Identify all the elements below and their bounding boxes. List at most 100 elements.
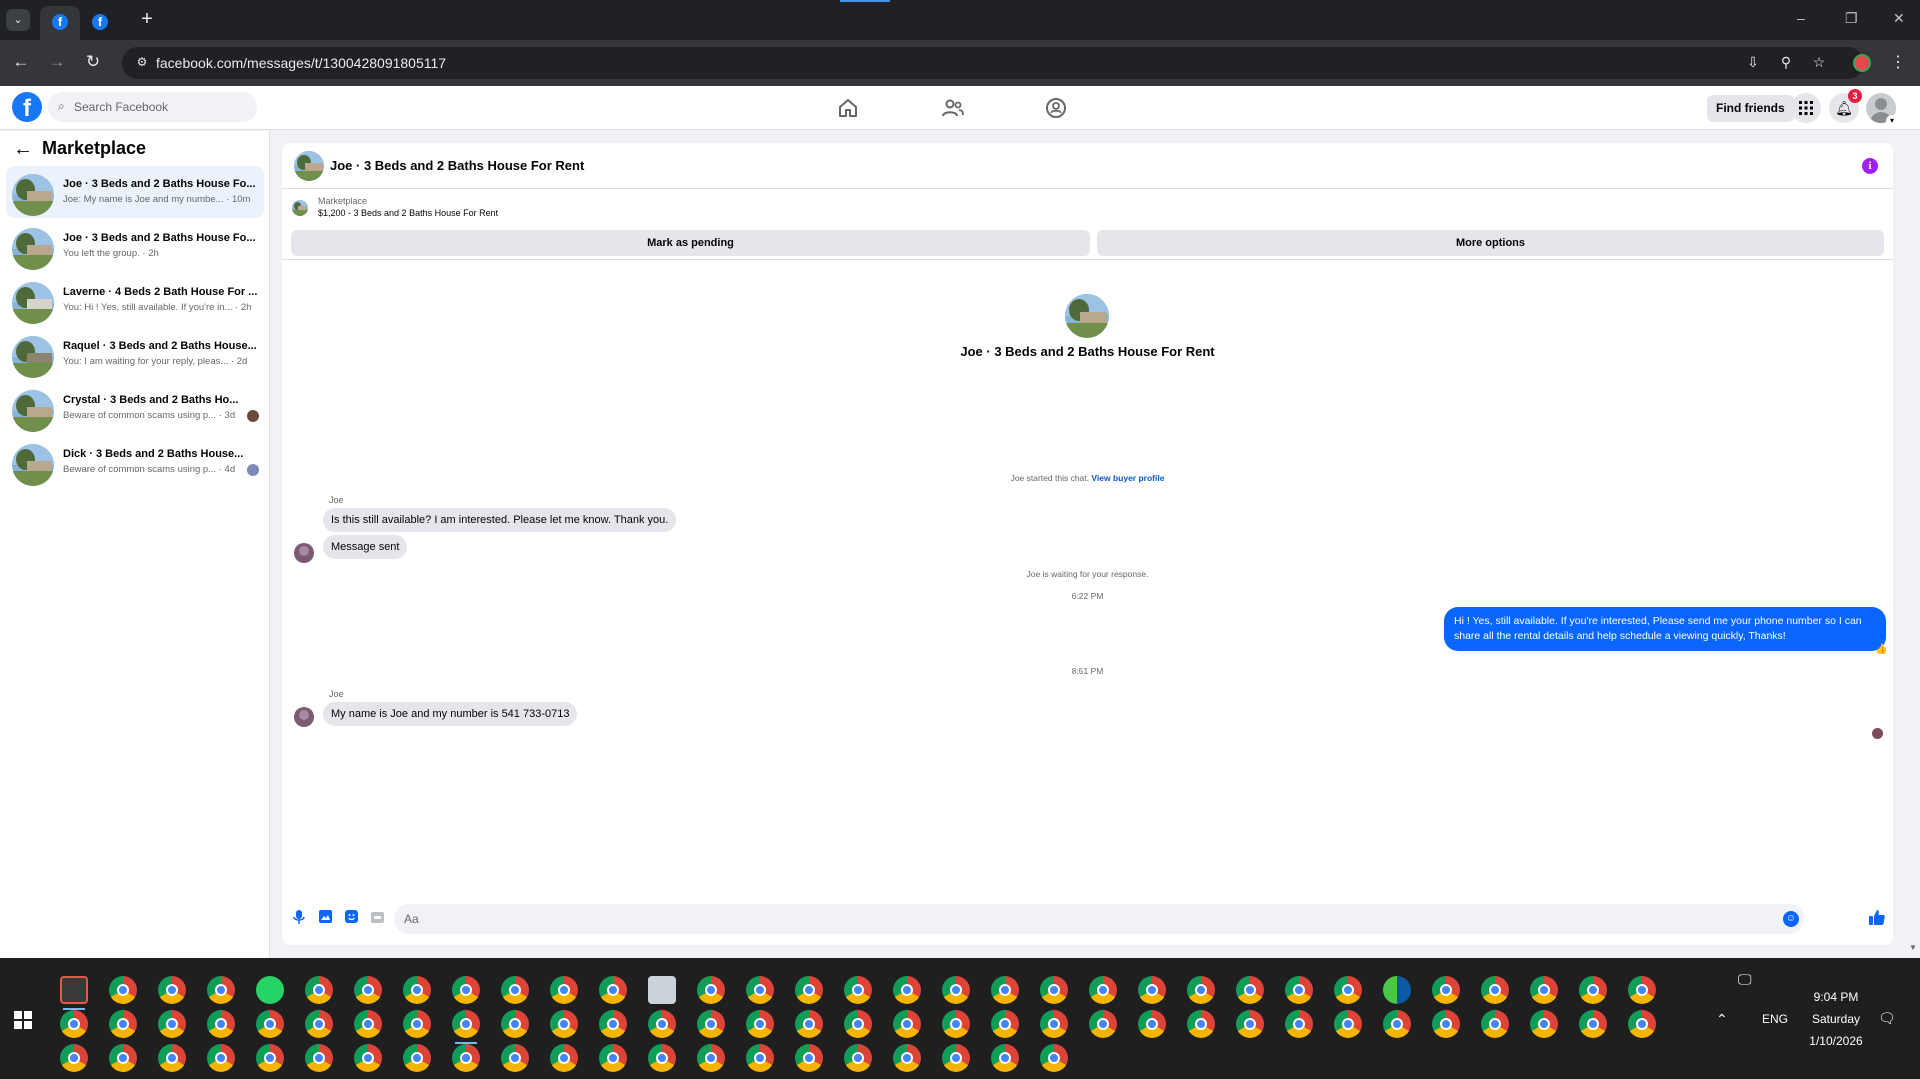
chrome-app-icon[interactable] (501, 976, 529, 1004)
thumbs-up-send-icon[interactable] (1868, 910, 1886, 928)
conversation-item[interactable]: Dick · 3 Beds and 2 Baths House... Bewar… (6, 436, 264, 488)
chrome-app-icon[interactable] (1089, 1010, 1117, 1038)
minimize-window-button[interactable]: – (1797, 10, 1805, 26)
chrome-app-icon[interactable] (1236, 976, 1264, 1004)
photo-icon[interactable] (316, 910, 334, 928)
site-settings-icon[interactable]: ⚙ (134, 55, 150, 71)
chrome-app-icon[interactable] (550, 1044, 578, 1072)
chrome-app-icon[interactable] (844, 976, 872, 1004)
chrome-app-icon[interactable] (1187, 1010, 1215, 1038)
back-arrow-icon[interactable]: ← (13, 138, 33, 161)
chrome-app-icon[interactable] (1285, 976, 1313, 1004)
chrome-app-icon[interactable] (599, 1010, 627, 1038)
chrome-app-icon[interactable] (403, 976, 431, 1004)
home-icon[interactable] (836, 96, 860, 120)
search-box[interactable]: ⌕ (48, 92, 257, 122)
chrome-app-icon[interactable] (1334, 976, 1362, 1004)
browser-tab-facebook[interactable]: f (80, 6, 120, 40)
chrome-app-icon[interactable] (648, 1010, 676, 1038)
chevron-down-icon[interactable]: ▾ (1886, 115, 1898, 127)
chrome-app-icon[interactable] (1187, 976, 1215, 1004)
gif-icon[interactable] (368, 910, 386, 928)
conversation-item[interactable]: Raquel · 3 Beds and 2 Baths House... You… (6, 328, 264, 380)
notification-center-icon[interactable]: 🗨︎ (1878, 1010, 1896, 1027)
conversation-item[interactable]: Joe · 3 Beds and 2 Baths House Fo... You… (6, 220, 264, 272)
chrome-app-icon[interactable] (403, 1010, 431, 1038)
friends-icon[interactable] (941, 96, 965, 120)
chrome-app-icon[interactable] (207, 976, 235, 1004)
chrome-app-icon[interactable] (1040, 1010, 1068, 1038)
bookmark-star-icon[interactable]: ☆ (1810, 54, 1828, 72)
clock-date[interactable]: 1/10/2026 (1796, 1034, 1876, 1048)
page-scrollbar[interactable]: ▼ (1906, 131, 1920, 958)
chrome-app-icon[interactable] (354, 1010, 382, 1038)
clock-time[interactable]: 9:04 PM (1796, 990, 1876, 1004)
browser-menu-icon[interactable]: ⋮ (1890, 52, 1906, 72)
chrome-app-icon[interactable] (305, 976, 333, 1004)
chrome-app-icon[interactable] (109, 1010, 137, 1038)
emoji-icon[interactable]: ☺ (1783, 911, 1799, 927)
find-friends-button[interactable]: Find friends (1707, 95, 1794, 122)
notes-app-icon[interactable] (648, 976, 676, 1004)
chrome-app-icon[interactable] (1530, 976, 1558, 1004)
message-input[interactable] (404, 911, 1784, 927)
conversation-item[interactable]: Laverne · 4 Beds 2 Bath House For ... Yo… (6, 274, 264, 326)
listing-price-title[interactable]: $1,200 - 3 Beds and 2 Baths House For Re… (318, 208, 498, 218)
chrome-app-icon[interactable] (942, 1044, 970, 1072)
chrome-app-icon[interactable] (697, 976, 725, 1004)
chrome-app-icon[interactable] (942, 976, 970, 1004)
view-buyer-profile-link[interactable]: View buyer profile (1091, 473, 1164, 483)
chrome-app-icon[interactable] (550, 1010, 578, 1038)
chrome-app-icon[interactable] (697, 1010, 725, 1038)
reload-button[interactable]: ↻ (82, 51, 104, 73)
chrome-app-icon[interactable] (452, 1010, 480, 1038)
chrome-app-icon[interactable] (1481, 976, 1509, 1004)
chrome-app-icon[interactable] (1481, 1010, 1509, 1038)
sticker-icon[interactable] (342, 910, 360, 928)
chrome-app-icon[interactable] (795, 976, 823, 1004)
chrome-app-icon[interactable] (207, 1010, 235, 1038)
chrome-app-icon[interactable] (158, 1010, 186, 1038)
chrome-app-icon[interactable] (354, 976, 382, 1004)
chrome-app-icon[interactable] (550, 976, 578, 1004)
chrome-app-icon[interactable] (1579, 976, 1607, 1004)
back-button[interactable]: ← (10, 51, 32, 73)
chrome-app-icon[interactable] (893, 1010, 921, 1038)
chrome-app-icon[interactable] (60, 1044, 88, 1072)
outgoing-message[interactable]: Hi ! Yes, still available. If you're int… (1444, 607, 1886, 651)
chrome-app-icon[interactable] (795, 1044, 823, 1072)
menu-grid-icon[interactable] (1791, 93, 1821, 123)
chrome-app-icon[interactable] (109, 1044, 137, 1072)
windows-start-icon[interactable] (14, 1011, 32, 1029)
chrome-app-icon[interactable] (1334, 1010, 1362, 1038)
chrome-app-icon[interactable] (354, 1044, 382, 1072)
sender-avatar[interactable] (294, 707, 314, 727)
close-window-button[interactable]: ✕ (1893, 10, 1905, 27)
chrome-app-icon[interactable] (697, 1044, 725, 1072)
chrome-app-icon[interactable] (648, 1044, 676, 1072)
info-icon[interactable]: i (1862, 158, 1878, 174)
chevron-up-icon[interactable]: ⌃ (1716, 1011, 1728, 1028)
chrome-app-icon[interactable] (158, 1044, 186, 1072)
chrome-app-icon[interactable] (746, 976, 774, 1004)
chrome-app-icon[interactable] (1138, 976, 1166, 1004)
url-text[interactable]: facebook.com/messages/t/1300428091805117 (156, 55, 446, 71)
chrome-app-icon[interactable] (452, 976, 480, 1004)
address-bar[interactable]: ⚙ facebook.com/messages/t/13004280918051… (122, 47, 1864, 79)
chat-listing-thumbnail[interactable] (294, 151, 324, 181)
chrome-app-icon[interactable] (844, 1044, 872, 1072)
restore-window-button[interactable]: ❐ (1845, 10, 1858, 27)
chrome-app-icon[interactable] (1383, 1010, 1411, 1038)
chrome-app-icon[interactable] (844, 1010, 872, 1038)
chrome-app-icon[interactable] (501, 1044, 529, 1072)
language-indicator[interactable]: ENG (1762, 1012, 1788, 1026)
chrome-app-icon[interactable] (1089, 976, 1117, 1004)
incoming-message[interactable]: Message sent (323, 535, 408, 559)
chrome-app-icon[interactable] (305, 1044, 333, 1072)
clock-day[interactable]: Saturday (1796, 1012, 1876, 1026)
chrome-app-icon[interactable] (1530, 1010, 1558, 1038)
incoming-message[interactable]: Is this still available? I am interested… (323, 508, 677, 532)
chrome-app-icon[interactable] (1236, 1010, 1264, 1038)
search-input[interactable] (74, 98, 244, 116)
chrome-app-icon[interactable] (746, 1010, 774, 1038)
